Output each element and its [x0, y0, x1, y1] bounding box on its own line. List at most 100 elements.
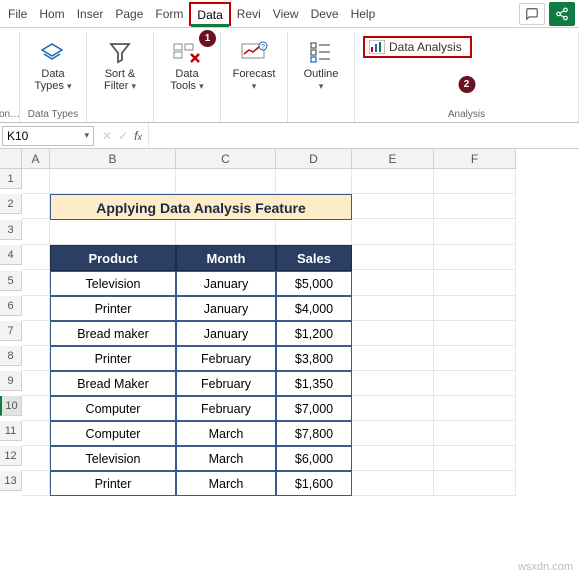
cell[interactable] — [22, 371, 50, 396]
row-header[interactable]: 6 — [0, 296, 22, 316]
fx-icon[interactable]: fx — [134, 129, 142, 143]
row-header[interactable]: 2 — [0, 194, 22, 214]
title-cell[interactable]: Applying Data Analysis Feature — [50, 194, 352, 220]
formula-input[interactable] — [148, 123, 579, 148]
row-header[interactable]: 11 — [0, 421, 22, 441]
table-header[interactable]: Product — [50, 245, 176, 271]
cell[interactable] — [176, 169, 276, 194]
menu-view[interactable]: View — [267, 3, 305, 25]
row-header[interactable]: 10 — [0, 396, 22, 416]
cell[interactable] — [434, 220, 516, 245]
name-box[interactable]: K10 ▾ — [2, 126, 94, 146]
table-cell[interactable]: February — [176, 396, 276, 421]
table-header[interactable]: Month — [176, 245, 276, 271]
cell[interactable] — [352, 471, 434, 496]
table-cell[interactable]: $7,800 — [276, 421, 352, 446]
comments-button[interactable] — [519, 3, 545, 25]
cell[interactable] — [50, 169, 176, 194]
table-cell[interactable]: Computer — [50, 421, 176, 446]
table-cell[interactable]: $5,000 — [276, 271, 352, 296]
table-cell[interactable]: March — [176, 446, 276, 471]
table-cell[interactable]: $3,800 — [276, 346, 352, 371]
cell[interactable] — [434, 245, 516, 270]
data-types-button[interactable]: DataTypes ▾ — [26, 34, 80, 92]
table-cell[interactable]: Printer — [50, 296, 176, 321]
cell[interactable] — [434, 446, 516, 471]
table-cell[interactable]: January — [176, 271, 276, 296]
col-header[interactable]: B — [50, 149, 176, 169]
row-header[interactable]: 13 — [0, 471, 22, 491]
sort-filter-button[interactable]: Sort &Filter ▾ — [93, 34, 147, 92]
col-header[interactable]: E — [352, 149, 434, 169]
cell[interactable] — [22, 396, 50, 421]
cell[interactable] — [352, 194, 434, 219]
cell[interactable] — [434, 396, 516, 421]
menu-file[interactable]: File — [2, 3, 33, 25]
cell[interactable] — [176, 220, 276, 245]
cell[interactable] — [434, 169, 516, 194]
row-header[interactable]: 7 — [0, 321, 22, 341]
cell[interactable] — [22, 296, 50, 321]
cell[interactable] — [352, 371, 434, 396]
cell[interactable] — [22, 446, 50, 471]
cell[interactable] — [434, 421, 516, 446]
cell[interactable] — [434, 371, 516, 396]
cell[interactable] — [22, 421, 50, 446]
menu-page-layout[interactable]: Page — [109, 3, 149, 25]
cell[interactable] — [352, 421, 434, 446]
data-analysis-button[interactable]: Data Analysis — [363, 36, 472, 58]
menu-help[interactable]: Help — [345, 3, 382, 25]
cell[interactable] — [434, 346, 516, 371]
menu-review[interactable]: Revi — [231, 3, 267, 25]
cell[interactable] — [352, 346, 434, 371]
table-cell[interactable]: Printer — [50, 471, 176, 496]
col-header[interactable]: F — [434, 149, 516, 169]
cell[interactable] — [50, 220, 176, 245]
cell[interactable] — [22, 169, 50, 194]
cell[interactable] — [352, 245, 434, 270]
table-cell[interactable]: $1,350 — [276, 371, 352, 396]
col-header[interactable]: A — [22, 149, 50, 169]
table-cell[interactable]: $6,000 — [276, 446, 352, 471]
table-cell[interactable]: March — [176, 471, 276, 496]
cell[interactable] — [434, 471, 516, 496]
cell[interactable] — [434, 194, 516, 219]
row-header[interactable]: 5 — [0, 271, 22, 291]
outline-button[interactable]: Outline▾ — [294, 34, 348, 92]
cell[interactable] — [22, 194, 50, 219]
table-cell[interactable]: Bread Maker — [50, 371, 176, 396]
table-cell[interactable]: Printer — [50, 346, 176, 371]
cell[interactable] — [352, 296, 434, 321]
row-header[interactable]: 4 — [0, 245, 22, 265]
table-cell[interactable]: Bread maker — [50, 321, 176, 346]
cell[interactable] — [352, 446, 434, 471]
enter-formula-icon[interactable]: ✓ — [118, 129, 128, 143]
table-cell[interactable]: Television — [50, 271, 176, 296]
cell[interactable] — [352, 220, 434, 245]
share-button[interactable] — [549, 2, 575, 26]
cell[interactable] — [434, 321, 516, 346]
cell[interactable] — [434, 296, 516, 321]
table-cell[interactable]: $4,000 — [276, 296, 352, 321]
table-header[interactable]: Sales — [276, 245, 352, 271]
data-tools-button[interactable]: DataTools ▾ 1 — [160, 34, 214, 92]
menu-formulas[interactable]: Form — [149, 3, 189, 25]
table-cell[interactable]: February — [176, 346, 276, 371]
cell[interactable] — [22, 271, 50, 296]
menu-developer[interactable]: Deve — [305, 3, 345, 25]
row-header[interactable]: 8 — [0, 346, 22, 366]
row-header[interactable]: 9 — [0, 371, 22, 391]
table-cell[interactable]: $1,200 — [276, 321, 352, 346]
select-all-corner[interactable] — [0, 149, 22, 169]
menu-home[interactable]: Hom — [33, 3, 70, 25]
table-cell[interactable]: $1,600 — [276, 471, 352, 496]
cancel-formula-icon[interactable]: ✕ — [102, 129, 112, 143]
cell[interactable] — [22, 321, 50, 346]
row-header[interactable]: 3 — [0, 220, 22, 240]
cell[interactable] — [352, 271, 434, 296]
table-cell[interactable]: Television — [50, 446, 176, 471]
menu-data[interactable]: Data — [189, 2, 230, 26]
menu-insert[interactable]: Inser — [71, 3, 110, 25]
cell[interactable] — [434, 271, 516, 296]
cell[interactable] — [22, 220, 50, 245]
